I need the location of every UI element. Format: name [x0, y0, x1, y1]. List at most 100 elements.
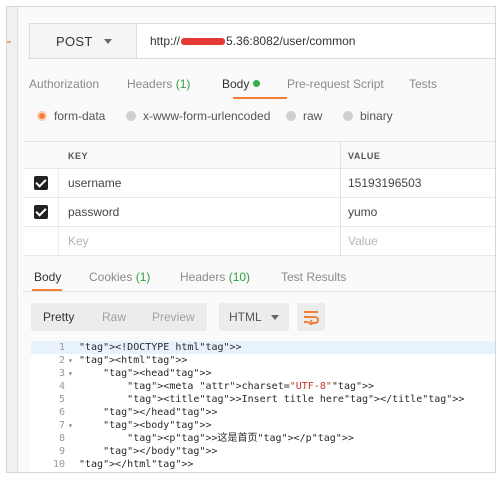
row-checkbox-cell — [24, 227, 59, 255]
chevron-down-icon — [271, 315, 279, 320]
radio-label: binary — [360, 109, 393, 123]
fold-toggle-icon[interactable]: ▾ — [68, 419, 76, 432]
fold-toggle-icon[interactable]: ▾ — [68, 367, 76, 380]
table-row: username 15193196503 — [24, 169, 495, 198]
param-key[interactable]: password — [68, 205, 119, 219]
url-suffix: 5.36:8082/user/common — [226, 34, 356, 48]
line-number: 3 — [58, 368, 65, 379]
wrap-lines-button[interactable] — [297, 303, 325, 331]
radio-icon — [343, 111, 353, 121]
line-number: 10 — [52, 459, 65, 470]
request-bar: POST http:// 5.36:8082/user/common — [29, 23, 495, 61]
url-input[interactable]: http:// 5.36:8082/user/common — [137, 23, 495, 59]
format-select[interactable]: HTML — [219, 303, 289, 331]
param-value[interactable]: 15193196503 — [348, 176, 421, 190]
active-tab-indicator — [233, 97, 287, 99]
code-text: "tag"><head"tag">> — [103, 368, 212, 379]
new-key-input[interactable]: Key — [68, 234, 89, 248]
param-value[interactable]: yumo — [348, 205, 377, 219]
radio-label: form-data — [54, 109, 106, 123]
code-line: 5 "tag"><title"tag">>Insert title here"t… — [31, 393, 495, 406]
sidebar-edge — [7, 7, 18, 472]
checkbox-checked-icon[interactable] — [34, 205, 48, 219]
row-checkbox-cell — [24, 198, 59, 226]
method-select[interactable]: POST — [29, 23, 137, 59]
view-pretty-button[interactable]: Pretty — [43, 310, 74, 324]
response-code-editor[interactable]: 1 "tag"><!DOCTYPE html"tag">> 2 ▾ "tag"><htm… — [31, 341, 495, 472]
line-number: 4 — [58, 381, 65, 392]
new-value-input[interactable]: Value — [348, 234, 378, 248]
radio-selected-icon — [37, 111, 47, 121]
tab-count: (1) — [135, 270, 151, 284]
line-number: 9 — [58, 446, 65, 457]
code-text: "tag"><!DOCTYPE html"tag">> — [79, 342, 242, 353]
tab-label: Cookies — [89, 270, 133, 284]
tab-tests[interactable]: Tests — [409, 77, 437, 91]
radio-label: raw — [303, 109, 323, 123]
code-text: "tag"><p"tag">>这是首页"tag"></p"tag">> — [127, 433, 354, 444]
radio-form-data[interactable]: form-data — [37, 109, 105, 123]
view-mode-selector: Pretty Raw Preview — [31, 303, 207, 331]
response-tabs: Body Cookies (1) Headers (10) Test Resul… — [23, 263, 495, 292]
tab-label: Body — [222, 77, 250, 91]
code-line: 7 ▾ "tag"><body"tag">> — [31, 419, 495, 432]
tab-test-results[interactable]: Test Results — [281, 270, 346, 284]
radio-label: x-www-form-urlencoded — [143, 109, 271, 123]
table-row-new: Key Value — [24, 227, 495, 256]
tab-pre-request-script[interactable]: Pre-request Script — [287, 77, 384, 91]
params-table: KEY VALUE username 15193196503 password … — [24, 141, 495, 256]
line-number: 1 — [58, 342, 65, 353]
tab-label: Pre-request Script — [287, 77, 384, 91]
code-line: 6 "tag"></head"tag">> — [31, 406, 495, 419]
code-text: "tag"></html"tag">> — [79, 459, 194, 470]
code-line: 9 "tag"></body"tag">> — [31, 445, 495, 458]
line-number: 5 — [58, 394, 65, 405]
active-tab-indicator — [32, 289, 62, 291]
checkbox-checked-icon[interactable] — [34, 176, 48, 190]
tab-response-body[interactable]: Body — [34, 270, 61, 284]
chevron-down-icon — [104, 39, 112, 44]
method-label: POST — [56, 33, 93, 49]
sidebar-marker — [7, 41, 11, 43]
radio-urlencoded[interactable]: x-www-form-urlencoded — [126, 109, 270, 123]
tab-cookies[interactable]: Cookies (1) — [89, 270, 150, 284]
line-number: 6 — [58, 407, 65, 418]
wrap-lines-icon — [304, 311, 319, 325]
value-column-header: VALUE — [348, 151, 381, 161]
line-number: 2 — [58, 355, 65, 366]
view-raw-button[interactable]: Raw — [102, 310, 126, 324]
url-prefix: http:// — [150, 34, 181, 48]
fold-toggle-icon[interactable]: ▾ — [68, 354, 76, 367]
row-checkbox-cell — [24, 169, 59, 197]
column-divider — [340, 227, 341, 255]
radio-icon — [126, 111, 136, 121]
column-divider — [340, 198, 341, 226]
code-line: 4 "tag"><meta "attr">charset="UTF-8""tag… — [31, 380, 495, 393]
tab-label: Body — [34, 270, 62, 284]
radio-raw[interactable]: raw — [286, 109, 322, 123]
code-text: "tag"><title"tag">>Insert title here"tag… — [127, 394, 465, 405]
postman-window: POST http:// 5.36:8082/user/common Author… — [6, 6, 496, 473]
format-label: HTML — [229, 310, 262, 324]
radio-binary[interactable]: binary — [343, 109, 393, 123]
param-key[interactable]: username — [68, 176, 121, 190]
code-text: "tag"><meta "attr">charset="UTF-8""tag">… — [127, 381, 375, 392]
code-line: 10 "tag"></html"tag">> — [31, 458, 495, 471]
code-text: "tag"><html"tag">> — [79, 355, 188, 366]
tab-count: (1) — [175, 77, 191, 91]
view-preview-button[interactable]: Preview — [152, 310, 195, 324]
line-number: 8 — [58, 433, 65, 444]
code-line: 3 ▾ "tag"><head"tag">> — [31, 367, 495, 380]
tab-body[interactable]: Body — [222, 77, 261, 91]
line-number: 7 — [58, 420, 65, 431]
column-divider — [340, 142, 341, 168]
tab-response-headers[interactable]: Headers (10) — [180, 270, 250, 284]
code-text: "tag"></head"tag">> — [103, 407, 218, 418]
radio-icon — [286, 111, 296, 121]
table-row: password yumo — [24, 198, 495, 227]
response-toolbar: Pretty Raw Preview HTML — [31, 303, 495, 331]
tab-authorization[interactable]: Authorization — [29, 77, 99, 91]
body-type-options: form-data x-www-form-urlencoded raw bina… — [37, 109, 495, 127]
code-line: 2 ▾ "tag"><html"tag">> — [31, 354, 495, 367]
tab-headers[interactable]: Headers (1) — [127, 77, 190, 91]
